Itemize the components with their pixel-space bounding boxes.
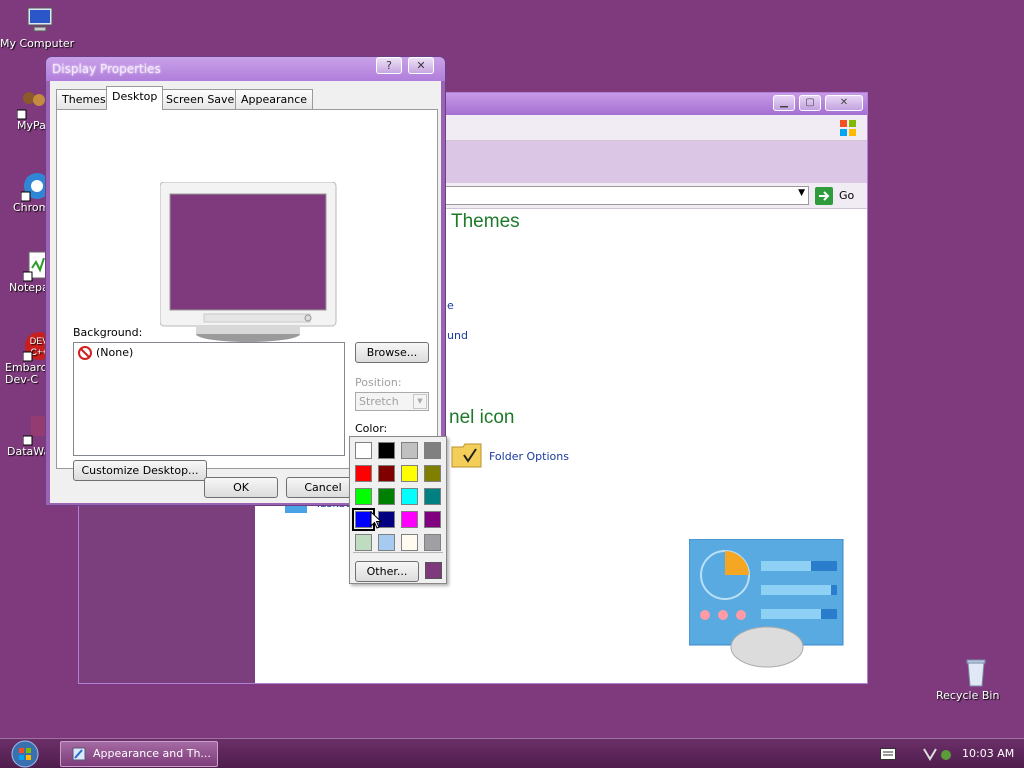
dialog-titlebar[interactable]: Display Properties ? ✕ — [46, 57, 445, 81]
go-arrow-icon — [815, 187, 833, 205]
address-input[interactable]: ▼ — [439, 186, 809, 205]
desktop-icon-label: Embarc Dev-C — [5, 361, 47, 386]
close-icon: ✕ — [416, 59, 426, 72]
desktop-icon-label: MyPa — [17, 119, 46, 132]
go-button[interactable]: Go — [815, 186, 863, 206]
desktop-icon-notepad[interactable]: Notepa — [0, 250, 50, 294]
desktop-icon-mypa[interactable]: MyPa — [0, 88, 48, 132]
tab-appearance[interactable]: Appearance — [235, 89, 314, 109]
appearance-illustration-icon — [689, 539, 844, 668]
color-swatch[interactable] — [424, 488, 441, 505]
computer-icon — [27, 7, 53, 32]
picker-divider — [353, 552, 443, 553]
color-swatch[interactable] — [355, 534, 372, 551]
color-swatch[interactable] — [378, 465, 395, 482]
color-picker-popup: Other... — [349, 436, 447, 584]
color-swatch[interactable] — [401, 488, 418, 505]
color-swatch[interactable] — [401, 442, 418, 459]
desktop-tab-panel: Background: (None) Browse... Position: S… — [56, 109, 438, 481]
desktop-icon-recycle-bin[interactable]: Recycle Bin — [936, 656, 1016, 702]
color-swatch[interactable] — [378, 488, 395, 505]
color-label: Color: — [355, 422, 388, 435]
color-swatch[interactable] — [378, 442, 395, 459]
recycle-bin-icon — [966, 659, 986, 687]
minimize-button[interactable]: ▁ — [773, 95, 795, 111]
system-tray-icons[interactable] — [922, 745, 956, 763]
desktop-icon-chrome[interactable]: Chrom — [0, 170, 50, 214]
dialog-title: Display Properties — [52, 62, 161, 76]
desktop-icon-label: Notepa — [9, 281, 49, 294]
tab-themes[interactable]: Themes — [56, 89, 112, 109]
task-link[interactable]: und — [447, 329, 468, 342]
other-color-button[interactable]: Other... — [355, 561, 419, 582]
customize-desktop-button[interactable]: Customize Desktop... — [73, 460, 207, 481]
section-heading-icon: nel icon — [449, 407, 515, 428]
mouse-cursor-icon — [370, 511, 383, 529]
color-swatch[interactable] — [424, 465, 441, 482]
tab-screen-saver[interactable]: Screen Saver — [160, 89, 245, 109]
color-swatch[interactable] — [401, 465, 418, 482]
windows-logo-icon — [840, 120, 856, 136]
list-item-label: (None) — [96, 346, 134, 359]
position-value: Stretch — [359, 395, 399, 408]
ok-button[interactable]: OK — [204, 477, 278, 498]
tab-label: Themes — [62, 93, 106, 106]
background-list[interactable]: (None) — [73, 342, 345, 456]
tab-label: Screen Saver — [166, 93, 239, 106]
clock[interactable]: 10:03 AM — [962, 747, 1014, 760]
section-heading-themes: Themes — [451, 211, 520, 232]
desktop-icon-label: My Computer — [0, 37, 75, 50]
help-button[interactable]: ? — [376, 57, 402, 74]
position-label: Position: — [355, 376, 402, 389]
keyboard-icon[interactable] — [880, 748, 896, 760]
desktop-icon-embarcadero[interactable]: DEV C++ Embarc Dev-C — [0, 330, 53, 386]
chevron-down-icon: ▼ — [413, 394, 427, 409]
color-swatch[interactable] — [424, 534, 441, 551]
monitor-preview — [160, 182, 337, 342]
browse-button[interactable]: Browse... — [355, 342, 429, 363]
tab-desktop[interactable]: Desktop — [106, 86, 164, 110]
tab-label: Desktop — [112, 90, 158, 103]
taskbar-item-appearance[interactable]: Appearance and Th... — [60, 741, 218, 767]
help-icon: ? — [386, 59, 392, 72]
custom-color-swatch[interactable] — [425, 562, 442, 579]
none-icon — [78, 346, 92, 360]
dialog-close-button[interactable]: ✕ — [408, 57, 434, 74]
task-link[interactable]: e — [447, 299, 454, 312]
recycle-bin-label: Recycle Bin — [936, 689, 1000, 702]
color-swatch[interactable] — [355, 488, 372, 505]
desktop-icon-my-computer[interactable]: My Computer — [0, 4, 80, 50]
desktop-icon-label: DataWa — [7, 445, 51, 458]
desktop-icon-label: Chrom — [13, 201, 50, 214]
position-select[interactable]: Stretch ▼ — [355, 392, 429, 411]
desktop-icon-datawa[interactable]: DataWa — [0, 414, 50, 458]
maximize-button[interactable]: ▢ — [799, 95, 821, 111]
folder-options-link[interactable]: Folder Options — [489, 450, 569, 463]
color-swatch[interactable] — [424, 511, 441, 528]
control-panel-icon — [72, 747, 86, 761]
folder-options-icon — [451, 443, 482, 468]
background-label: Background: — [73, 326, 143, 339]
color-swatch[interactable] — [401, 534, 418, 551]
color-swatch[interactable] — [401, 511, 418, 528]
close-button[interactable]: ✕ — [825, 95, 863, 111]
taskbar-item-label: Appearance and Th... — [93, 747, 211, 760]
color-swatch[interactable] — [424, 442, 441, 459]
chevron-down-icon[interactable]: ▼ — [798, 188, 805, 198]
color-swatch[interactable] — [355, 465, 372, 482]
tab-label: Appearance — [241, 93, 308, 106]
taskbar: Appearance and Th... 10:03 AM — [0, 738, 1024, 768]
go-label: Go — [839, 189, 855, 202]
start-button[interactable] — [10, 740, 40, 768]
color-swatch[interactable] — [378, 534, 395, 551]
color-swatch[interactable] — [355, 442, 372, 459]
